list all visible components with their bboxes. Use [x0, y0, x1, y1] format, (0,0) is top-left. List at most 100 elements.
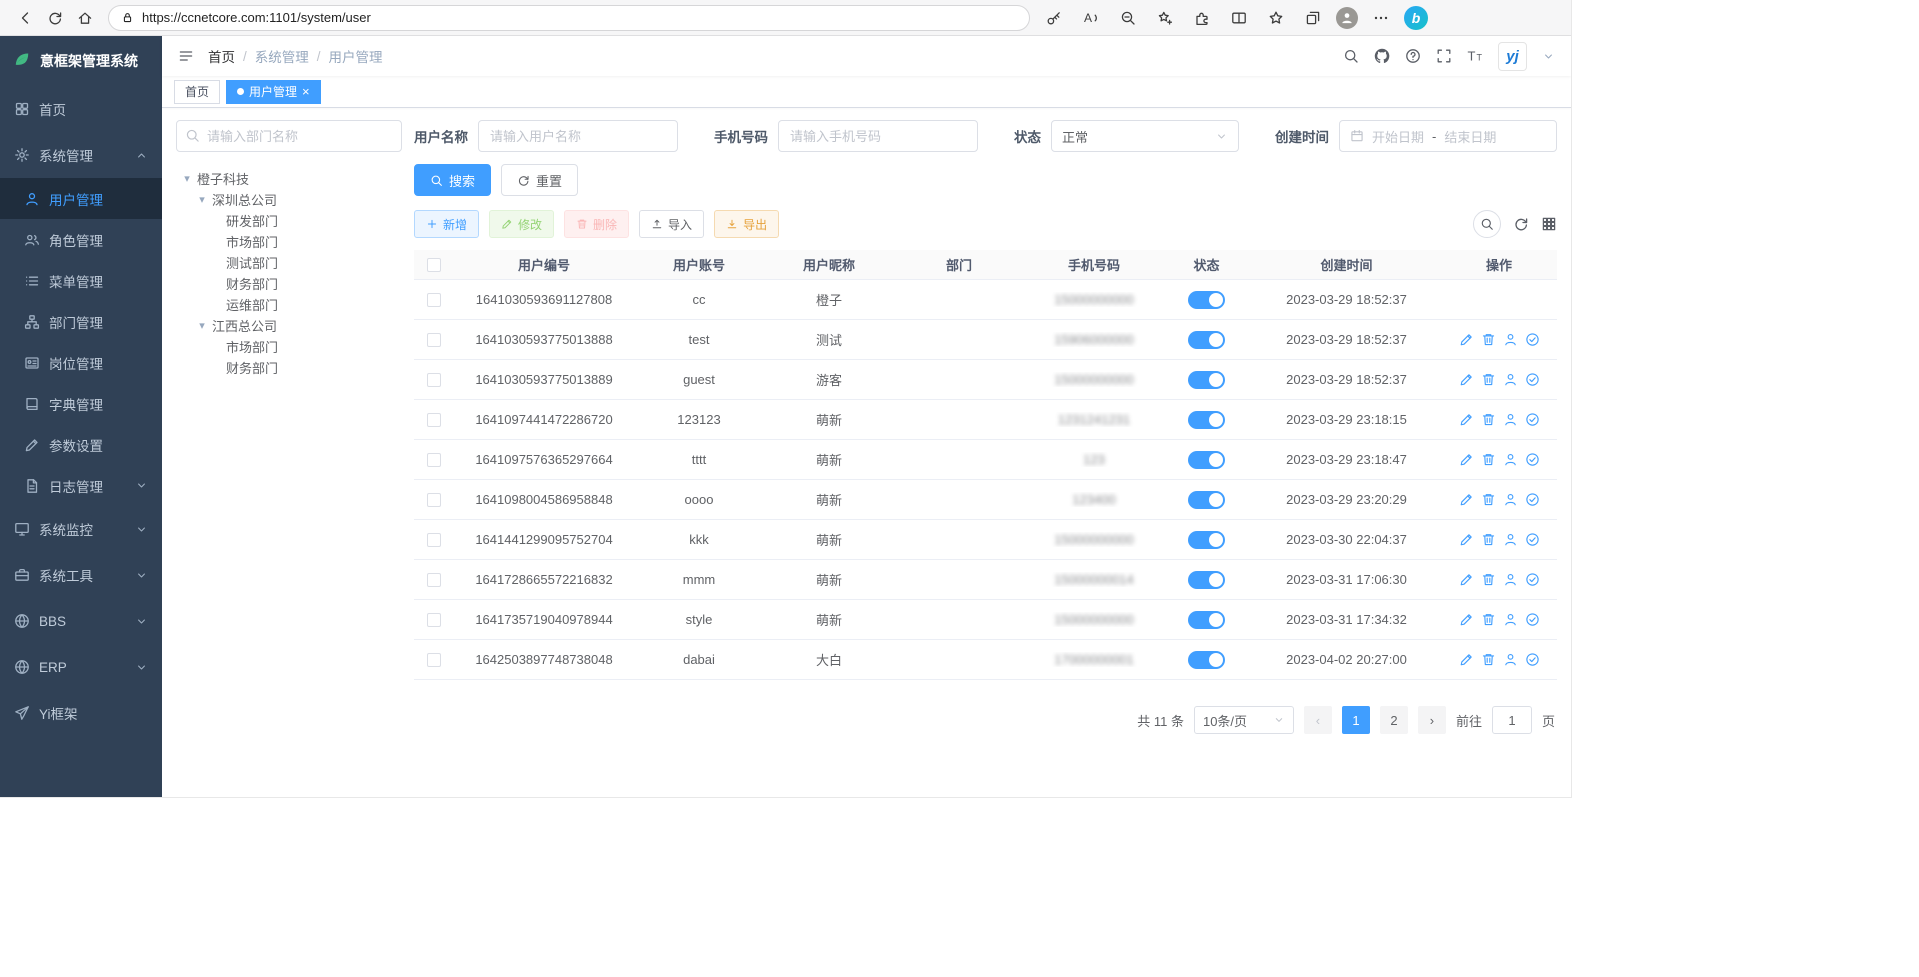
sidebar-item-system-monitor[interactable]: 系统监控 — [0, 506, 162, 552]
row-checkbox[interactable] — [427, 573, 441, 587]
edit-icon[interactable] — [1459, 332, 1474, 347]
username-input[interactable] — [478, 120, 678, 152]
edit-icon[interactable] — [1459, 372, 1474, 387]
page-size-select[interactable]: 10条/页 — [1194, 706, 1294, 734]
assign-role-icon[interactable] — [1525, 332, 1540, 347]
row-checkbox[interactable] — [427, 413, 441, 427]
delete-icon[interactable] — [1481, 332, 1496, 347]
sidebar-item-dept-management[interactable]: 部门管理 — [0, 301, 162, 342]
close-icon[interactable]: × — [302, 85, 310, 98]
refresh-table-button[interactable] — [1513, 216, 1529, 232]
sidebar-item-dict-management[interactable]: 字典管理 — [0, 383, 162, 424]
row-checkbox[interactable] — [427, 533, 441, 547]
date-range-picker[interactable]: 开始日期 - 结束日期 — [1339, 120, 1557, 152]
delete-icon[interactable] — [1481, 372, 1496, 387]
status-toggle[interactable] — [1188, 571, 1225, 589]
edit-icon[interactable] — [1459, 572, 1474, 587]
department-search-input[interactable] — [176, 120, 402, 152]
sidebar-item-menu-management[interactable]: 菜单管理 — [0, 260, 162, 301]
breadcrumb-home[interactable]: 首页 — [208, 46, 235, 66]
chevron-down-icon[interactable] — [1542, 50, 1555, 63]
password-key-icon[interactable] — [1040, 4, 1068, 32]
collapse-sidebar-button[interactable] — [178, 48, 194, 64]
status-toggle[interactable] — [1188, 451, 1225, 469]
add-favorite-icon[interactable] — [1151, 4, 1179, 32]
import-button[interactable]: 导入 — [639, 210, 704, 238]
tree-node[interactable]: 财务部门 — [176, 357, 402, 378]
row-checkbox[interactable] — [427, 613, 441, 627]
tree-node[interactable]: 市场部门 — [176, 336, 402, 357]
sidebar-item-log-management[interactable]: 日志管理 — [0, 465, 162, 506]
browser-reload-button[interactable] — [40, 3, 70, 33]
reset-password-icon[interactable] — [1503, 532, 1518, 547]
delete-button[interactable]: 删除 — [564, 210, 629, 238]
status-toggle[interactable] — [1188, 371, 1225, 389]
browser-back-button[interactable] — [10, 3, 40, 33]
sidebar-item-yi-framework[interactable]: Yi框架 — [0, 690, 162, 736]
add-button[interactable]: 新增 — [414, 210, 479, 238]
user-avatar[interactable]: yj — [1498, 42, 1527, 71]
tree-node[interactable]: 测试部门 — [176, 252, 402, 273]
tree-node[interactable]: ▾江西总公司 — [176, 315, 402, 336]
tab-user-management[interactable]: 用户管理 × — [226, 80, 321, 104]
header-search-icon[interactable] — [1343, 48, 1359, 64]
row-checkbox[interactable] — [427, 653, 441, 667]
address-bar[interactable]: https://ccnetcore.com:1101/system/user — [108, 5, 1030, 31]
browser-menu-icon[interactable] — [1367, 4, 1395, 32]
edit-icon[interactable] — [1459, 612, 1474, 627]
edit-button[interactable]: 修改 — [489, 210, 554, 238]
column-settings-button[interactable] — [1541, 216, 1557, 232]
page-button-1[interactable]: 1 — [1342, 706, 1370, 734]
favorites-bar-icon[interactable] — [1262, 4, 1290, 32]
browser-home-button[interactable] — [70, 3, 100, 33]
tree-node[interactable]: ▾深圳总公司 — [176, 189, 402, 210]
phone-input[interactable] — [778, 120, 978, 152]
status-toggle[interactable] — [1188, 611, 1225, 629]
read-aloud-icon[interactable] — [1077, 4, 1105, 32]
export-button[interactable]: 导出 — [714, 210, 779, 238]
page-button-2[interactable]: 2 — [1380, 706, 1408, 734]
fullscreen-icon[interactable] — [1436, 48, 1452, 64]
tree-node[interactable]: 研发部门 — [176, 210, 402, 231]
split-screen-icon[interactable] — [1225, 4, 1253, 32]
delete-icon[interactable] — [1481, 412, 1496, 427]
status-toggle[interactable] — [1188, 491, 1225, 509]
reset-password-icon[interactable] — [1503, 412, 1518, 427]
delete-icon[interactable] — [1481, 612, 1496, 627]
reset-password-icon[interactable] — [1503, 452, 1518, 467]
reset-button[interactable]: 重置 — [501, 164, 578, 196]
tree-node[interactable]: 财务部门 — [176, 273, 402, 294]
zoom-icon[interactable] — [1114, 4, 1142, 32]
reset-password-icon[interactable] — [1503, 652, 1518, 667]
github-icon[interactable] — [1374, 48, 1390, 64]
caret-down-icon[interactable]: ▾ — [197, 319, 207, 332]
status-toggle[interactable] — [1188, 291, 1225, 309]
reset-password-icon[interactable] — [1503, 372, 1518, 387]
reset-password-icon[interactable] — [1503, 612, 1518, 627]
status-toggle[interactable] — [1188, 331, 1225, 349]
delete-icon[interactable] — [1481, 532, 1496, 547]
tab-home[interactable]: 首页 — [174, 80, 220, 104]
assign-role-icon[interactable] — [1525, 532, 1540, 547]
tree-node[interactable]: 市场部门 — [176, 231, 402, 252]
row-checkbox[interactable] — [427, 453, 441, 467]
status-select[interactable]: 正常 — [1051, 120, 1239, 152]
reset-password-icon[interactable] — [1503, 332, 1518, 347]
row-checkbox[interactable] — [427, 293, 441, 307]
edit-icon[interactable] — [1459, 652, 1474, 667]
search-button[interactable]: 搜索 — [414, 164, 491, 196]
sidebar-item-erp[interactable]: ERP — [0, 644, 162, 690]
assign-role-icon[interactable] — [1525, 372, 1540, 387]
reset-password-icon[interactable] — [1503, 492, 1518, 507]
extensions-icon[interactable] — [1188, 4, 1216, 32]
sidebar-item-post-management[interactable]: 岗位管理 — [0, 342, 162, 383]
sidebar-item-param-settings[interactable]: 参数设置 — [0, 424, 162, 465]
row-checkbox[interactable] — [427, 373, 441, 387]
font-size-icon[interactable] — [1467, 48, 1483, 64]
delete-icon[interactable] — [1481, 492, 1496, 507]
assign-role-icon[interactable] — [1525, 612, 1540, 627]
copilot-icon[interactable]: b — [1404, 6, 1428, 30]
status-toggle[interactable] — [1188, 531, 1225, 549]
select-all-checkbox[interactable] — [427, 258, 441, 272]
assign-role-icon[interactable] — [1525, 492, 1540, 507]
